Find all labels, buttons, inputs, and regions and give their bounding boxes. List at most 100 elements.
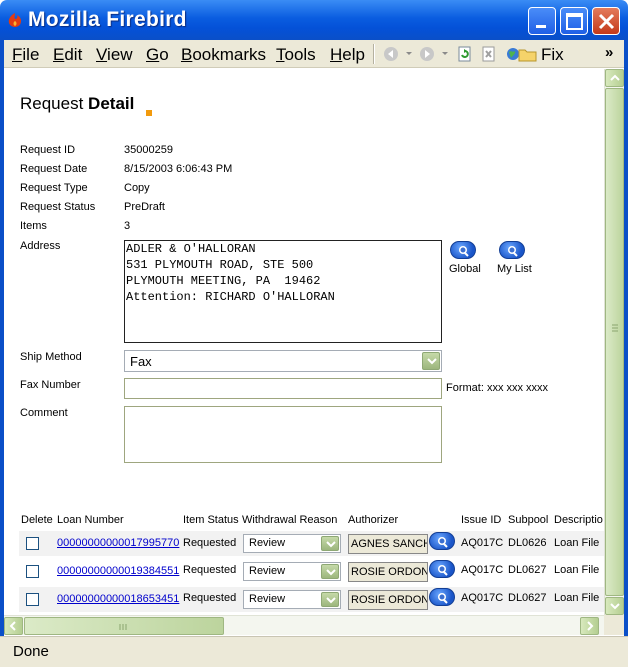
delete-checkbox[interactable] xyxy=(26,537,39,550)
request-status-value: PreDraft xyxy=(124,201,165,213)
title-bar: Mozilla Firebird xyxy=(0,0,628,40)
description: Loan File xyxy=(554,537,600,549)
comment-textarea[interactable] xyxy=(124,406,442,463)
menu-view[interactable]: View xyxy=(96,45,133,65)
authorizer-lookup-button[interactable] xyxy=(429,560,455,578)
subpool: DL0626 xyxy=(508,537,547,549)
item-status: Requested xyxy=(183,592,237,604)
request-status-label: Request Status xyxy=(20,201,96,213)
delete-checkbox[interactable] xyxy=(26,593,39,606)
col-withdrawal-reason-header: Withdrawal Reason xyxy=(242,514,338,526)
withdrawal-reason-value: Review xyxy=(249,537,286,549)
chevron-down-icon[interactable] xyxy=(321,536,339,551)
menu-go[interactable]: Go xyxy=(146,45,169,65)
loan-number-link[interactable]: 00000000000018653451 xyxy=(57,593,179,605)
request-date-value: 8/15/2003 6:06:43 PM xyxy=(124,163,233,175)
items-label: Items xyxy=(20,220,47,232)
page-title: Request Detail xyxy=(20,94,135,113)
ship-method-select[interactable]: Fax xyxy=(124,350,442,372)
stop-icon[interactable] xyxy=(481,46,497,62)
menu-bookmarks[interactable]: Bookmarks xyxy=(181,45,266,65)
delete-checkbox[interactable] xyxy=(26,565,39,578)
ship-method-label: Ship Method xyxy=(20,351,82,363)
chevron-down-icon[interactable] xyxy=(321,592,339,607)
issue-id: AQ017C xyxy=(461,564,504,576)
withdrawal-reason-select[interactable]: Review xyxy=(243,590,341,609)
request-type-value: Copy xyxy=(124,182,150,194)
description: Loan File xyxy=(554,592,600,604)
authorizer-lookup-button[interactable] xyxy=(429,588,455,606)
bookmark-fix[interactable]: Fix xyxy=(541,45,564,65)
forward-dropdown-icon[interactable] xyxy=(442,52,448,55)
scroll-down-button[interactable] xyxy=(605,597,624,615)
fax-format-hint: Format: xxx xxx xxxx xyxy=(446,382,549,394)
close-button[interactable] xyxy=(592,7,620,35)
scroll-up-button[interactable] xyxy=(605,69,624,87)
vertical-scroll-thumb[interactable] xyxy=(605,88,624,596)
request-id-value: 35000259 xyxy=(124,144,173,156)
scrollbar-corner xyxy=(604,615,624,635)
window-title: Mozilla Firebird xyxy=(28,8,187,31)
loan-number-link[interactable]: 00000000000017995770 xyxy=(57,537,179,549)
table-row: 00000000000017995770 Requested Review AG… xyxy=(4,530,604,556)
subpool: DL0627 xyxy=(508,592,547,604)
back-dropdown-icon[interactable] xyxy=(406,52,412,55)
table-row: 00000000000019384551 Requested Review RO… xyxy=(4,558,604,584)
address-textarea[interactable]: ADLER & O'HALLORAN 531 PLYMOUTH ROAD, ST… xyxy=(124,240,442,343)
maximize-button[interactable] xyxy=(560,7,588,35)
authorizer-field[interactable]: AGNES SANCH xyxy=(348,534,428,554)
address-label: Address xyxy=(20,240,61,252)
page-content: Request Detail Request ID 35000259 Reque… xyxy=(4,69,604,615)
horizontal-scroll-thumb[interactable] xyxy=(24,617,224,635)
menu-separator xyxy=(373,44,375,64)
scroll-left-button[interactable] xyxy=(4,617,23,635)
chevron-down-icon[interactable] xyxy=(321,564,339,579)
col-issue-id-header: Issue ID xyxy=(461,514,502,526)
status-bar: Done xyxy=(0,636,628,667)
scroll-right-button[interactable] xyxy=(580,617,599,635)
reload-icon[interactable] xyxy=(457,46,473,62)
item-status: Requested xyxy=(183,564,237,576)
back-icon[interactable] xyxy=(383,46,399,62)
authorizer-lookup-button[interactable] xyxy=(429,532,455,550)
fax-number-input[interactable] xyxy=(124,378,442,399)
authorizer-field[interactable]: ROSIE ORDONE xyxy=(348,562,428,582)
chevron-down-icon[interactable] xyxy=(422,352,440,370)
my-list-lookup-button[interactable] xyxy=(499,241,525,259)
minimize-button[interactable] xyxy=(528,7,556,35)
subpool: DL0627 xyxy=(508,564,547,576)
withdrawal-reason-select[interactable]: Review xyxy=(243,534,341,553)
col-loan-number-header: Loan Number xyxy=(57,514,124,526)
status-text: Done xyxy=(13,643,49,660)
my-list-lookup-label[interactable]: My List xyxy=(497,263,532,275)
title-accent-dot xyxy=(146,110,152,116)
item-status: Requested xyxy=(183,537,237,549)
col-subpool-header: Subpool xyxy=(508,514,549,526)
request-date-label: Request Date xyxy=(20,163,88,175)
issue-id: AQ017C xyxy=(461,592,504,604)
col-authorizer-header: Authorizer xyxy=(348,514,399,526)
folder-icon[interactable] xyxy=(518,46,538,62)
description: Loan File xyxy=(554,564,600,576)
request-id-label: Request ID xyxy=(20,144,76,156)
loan-number-link[interactable]: 00000000000019384551 xyxy=(57,565,179,577)
menu-file[interactable]: File xyxy=(12,45,39,65)
menu-edit[interactable]: Edit xyxy=(53,45,82,65)
vertical-scrollbar[interactable] xyxy=(604,69,624,615)
ship-method-value: Fax xyxy=(130,354,152,369)
menu-help[interactable]: Help xyxy=(330,45,365,65)
withdrawal-reason-value: Review xyxy=(249,565,286,577)
global-lookup-label[interactable]: Global xyxy=(449,263,481,275)
authorizer-field[interactable]: ROSIE ORDONE xyxy=(348,590,428,610)
menu-tools[interactable]: Tools xyxy=(276,45,316,65)
horizontal-scrollbar[interactable] xyxy=(4,615,604,635)
col-description-header: Descriptio xyxy=(554,514,603,526)
toolbar-overflow-icon[interactable]: » xyxy=(605,44,613,61)
fax-number-label: Fax Number xyxy=(20,379,81,391)
global-lookup-button[interactable] xyxy=(450,241,476,259)
withdrawal-reason-select[interactable]: Review xyxy=(243,562,341,581)
withdrawal-reason-value: Review xyxy=(249,593,286,605)
comment-label: Comment xyxy=(20,407,68,419)
request-type-label: Request Type xyxy=(20,182,88,194)
forward-icon[interactable] xyxy=(419,46,435,62)
